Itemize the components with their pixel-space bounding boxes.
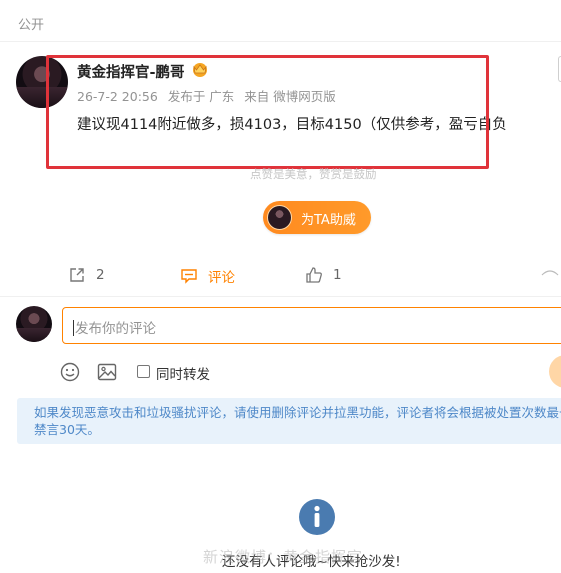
- divider: [0, 296, 561, 297]
- comment-icon: [181, 269, 197, 284]
- moderation-notice: 如果发现恶意攻击和垃圾骚扰评论，请使用删除评论并拉黑功能，评论者将会根据被处置次…: [17, 398, 561, 444]
- repost-label[interactable]: 同时转发: [156, 363, 210, 383]
- like-button[interactable]: 1: [305, 266, 342, 284]
- thumbs-up-icon: [306, 267, 322, 283]
- cheer-button[interactable]: 为TA助威: [263, 201, 371, 234]
- watermark: 新浪微博：黄金指挥官: [203, 548, 364, 566]
- comment-input[interactable]: 发布你的评论: [62, 307, 561, 344]
- text-caret: [73, 320, 74, 336]
- visibility-label: 公开: [18, 18, 45, 33]
- cheer-avatar: [267, 205, 292, 230]
- submit-comment-button[interactable]: [549, 355, 561, 388]
- comment-placeholder: 发布你的评论: [75, 321, 156, 337]
- like-count: 1: [333, 267, 342, 283]
- cheer-button-label: 为TA助威: [301, 213, 356, 228]
- share-count: 2: [96, 267, 105, 283]
- support-note: 点赞是美意，赞赏是鼓励: [250, 167, 377, 181]
- image-icon[interactable]: [97, 362, 117, 382]
- share-button[interactable]: 2: [68, 266, 105, 284]
- share-icon: [70, 268, 84, 282]
- highlight-annotation-box: [46, 55, 489, 169]
- comment-button[interactable]: 评论: [180, 266, 235, 286]
- comment-label: 评论: [208, 270, 235, 286]
- repost-checkbox[interactable]: [137, 365, 150, 378]
- info-icon: [299, 499, 335, 535]
- emoji-icon[interactable]: [60, 362, 80, 382]
- current-user-avatar: [16, 306, 52, 342]
- top-bar: 公开: [0, 0, 561, 42]
- more-icon[interactable]: [540, 268, 560, 282]
